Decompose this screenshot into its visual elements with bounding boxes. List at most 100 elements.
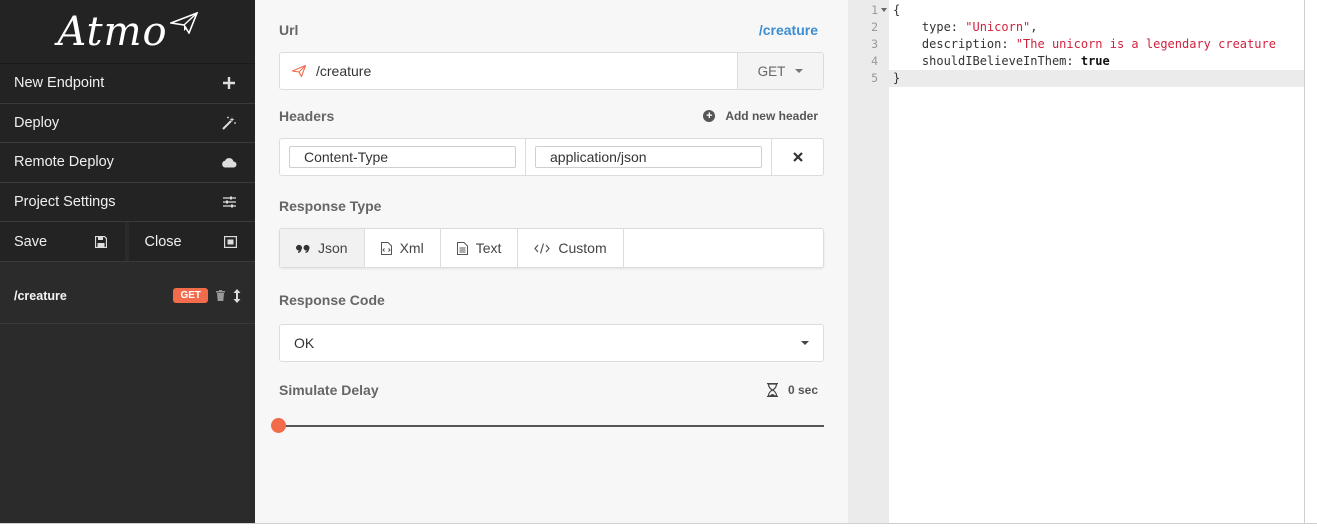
- response-code-header: Response Code: [279, 292, 824, 308]
- delay-header: Simulate Delay 0 sec: [279, 382, 824, 398]
- plus-circle-icon: +: [703, 110, 716, 122]
- code-token: shouldIBelieveInThem:: [893, 54, 1081, 68]
- code-token: ,: [1030, 20, 1038, 34]
- code-token: description:: [893, 37, 1016, 51]
- paper-plane-icon: [167, 11, 199, 37]
- chevron-down-icon: [795, 69, 804, 73]
- headers-header: Headers + Add new header: [279, 108, 824, 124]
- code-text: {: [893, 2, 900, 19]
- line-number: 5: [871, 71, 878, 85]
- tab-json[interactable]: Json: [280, 229, 365, 267]
- code-line: 4 shouldIBelieveInThem: true: [848, 53, 1304, 70]
- quote-icon: [296, 243, 310, 253]
- url-field-group: /creature GET: [279, 52, 824, 90]
- project-settings-button[interactable]: Project Settings: [0, 182, 255, 222]
- add-header-button[interactable]: + Add new header: [703, 109, 818, 123]
- endpoint-path: /creature: [14, 288, 67, 303]
- paper-plane-icon: [292, 65, 306, 77]
- new-endpoint-button[interactable]: New Endpoint: [0, 64, 255, 104]
- line-number: 3: [871, 37, 878, 51]
- response-code-value: OK: [294, 335, 315, 351]
- remote-deploy-button[interactable]: Remote Deploy: [0, 143, 255, 183]
- tab-custom-label: Custom: [558, 240, 607, 256]
- endpoint-editor: Url /creature /creature GET Headers + Ad…: [255, 0, 848, 523]
- xml-file-icon: [380, 241, 392, 255]
- project-settings-label: Project Settings: [14, 193, 116, 210]
- code-token: {: [893, 3, 901, 17]
- tab-json-label: Json: [318, 240, 348, 256]
- code-line: 2 type: "Unicorn",: [848, 19, 1304, 36]
- plus-icon: [221, 75, 237, 91]
- tab-custom[interactable]: Custom: [518, 229, 624, 267]
- tab-xml-label: Xml: [399, 240, 424, 256]
- tab-xml[interactable]: Xml: [365, 229, 441, 267]
- response-type-tabs: Json Xml Text Custom: [279, 228, 824, 268]
- text-file-icon: [456, 241, 468, 255]
- code-text: type: "Unicorn",: [893, 19, 1038, 36]
- save-label: Save: [14, 233, 48, 250]
- url-header: Url /creature: [279, 0, 824, 38]
- chevron-down-icon: [801, 341, 809, 345]
- close-button[interactable]: Close: [129, 222, 256, 261]
- response-code-select[interactable]: OK: [279, 324, 824, 362]
- code-text: shouldIBelieveInThem: true: [893, 53, 1110, 70]
- remove-header-button[interactable]: [772, 139, 823, 175]
- close-icon: [792, 152, 803, 162]
- code-token: type:: [893, 20, 966, 34]
- save-close-row: Save Close: [0, 222, 255, 262]
- window-frame-bottom: [0, 523, 1317, 531]
- code-token: true: [1080, 54, 1110, 68]
- line-number: 2: [871, 20, 878, 34]
- delay-value: 0 sec: [787, 383, 818, 397]
- deploy-button[interactable]: Deploy: [0, 103, 261, 143]
- tab-text[interactable]: Text: [441, 229, 519, 267]
- new-endpoint-label: New Endpoint: [14, 75, 105, 92]
- code-token: "Unicorn": [965, 20, 1031, 34]
- header-value-cell: application/json: [526, 139, 772, 175]
- header-key-input[interactable]: Content-Type: [289, 146, 516, 168]
- close-label: Close: [144, 233, 182, 250]
- close-window-icon: [224, 235, 237, 248]
- slider-handle[interactable]: [271, 418, 286, 433]
- endpoint-list-item[interactable]: /creature GET: [0, 268, 255, 324]
- window-frame-right: [1304, 0, 1317, 531]
- response-type-label: Response Type: [279, 198, 382, 214]
- slider-track: [279, 425, 824, 427]
- add-header-label: Add new header: [725, 109, 818, 123]
- method-value: GET: [757, 63, 786, 79]
- floppy-disk-icon: [94, 235, 107, 248]
- fold-arrow-icon[interactable]: [881, 8, 887, 12]
- response-body-editor[interactable]: 1{2 type: "Unicorn", 3 description: "The …: [848, 0, 1304, 523]
- line-number: 4: [871, 54, 878, 68]
- magic-wand-icon: [221, 115, 237, 131]
- headers-label: Headers: [279, 108, 335, 124]
- code-token: "The unicorn is a legendary creature: [1015, 37, 1276, 51]
- header-row: Content-Type application/json: [279, 138, 824, 176]
- url-link[interactable]: /creature: [759, 22, 818, 38]
- url-input[interactable]: /creature: [280, 53, 737, 89]
- sidebar: Atmo New Endpoint Deploy Remote Deploy P…: [0, 0, 261, 523]
- sliders-icon: [221, 194, 237, 210]
- cloud-icon: [221, 154, 237, 170]
- method-select[interactable]: GET: [737, 53, 823, 89]
- logo-text: Atmo: [57, 8, 168, 55]
- header-value-input[interactable]: application/json: [535, 146, 762, 168]
- deploy-label: Deploy: [14, 114, 60, 131]
- response-code-label: Response Code: [279, 292, 385, 308]
- hourglass-icon: [766, 383, 778, 397]
- header-key-cell: Content-Type: [280, 139, 526, 175]
- trash-icon[interactable]: [216, 290, 225, 301]
- delay-slider[interactable]: [271, 418, 824, 434]
- code-text: description: "The unicorn is a legendary…: [893, 36, 1276, 53]
- line-number: 1: [871, 3, 878, 17]
- save-button[interactable]: Save: [0, 222, 129, 261]
- code-line: 1{: [848, 2, 1304, 19]
- delay-label: Simulate Delay: [279, 382, 379, 398]
- reorder-icon[interactable]: [233, 288, 241, 303]
- app-logo[interactable]: Atmo: [0, 0, 255, 64]
- code-lines: 1{2 type: "Unicorn", 3 description: "The …: [848, 2, 1304, 87]
- code-line: 5}: [848, 70, 1304, 87]
- url-label: Url: [279, 22, 299, 38]
- code-line: 3 description: "The unicorn is a legenda…: [848, 36, 1304, 53]
- tab-text-label: Text: [475, 240, 502, 256]
